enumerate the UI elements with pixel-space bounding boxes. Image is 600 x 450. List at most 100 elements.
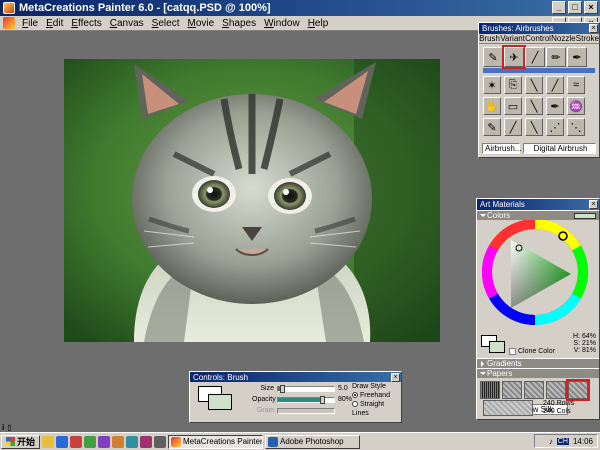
paper-swatch-4[interactable] [546, 381, 566, 399]
color-wheel[interactable] [477, 220, 600, 332]
menu-shapes[interactable]: Shapes [218, 16, 260, 31]
menu-window[interactable]: Window [260, 16, 304, 31]
menu-file[interactable]: File [18, 16, 42, 31]
clone-color-checkbox[interactable] [509, 348, 516, 355]
painter-app-icon[interactable] [3, 2, 15, 14]
pastel-brush-icon[interactable]: ╱ [546, 76, 564, 94]
maximize-button[interactable]: □ [568, 1, 582, 14]
watercolor-brush-icon[interactable]: ♒ [567, 97, 585, 115]
papers-section-header[interactable]: Papers [477, 368, 599, 378]
opacity-slider-thumb[interactable] [319, 395, 325, 404]
charcoal-brush-icon[interactable]: ╲ [525, 97, 543, 115]
desktop-quicklaunch-icon[interactable] [42, 435, 55, 448]
menu-select[interactable]: Select [148, 16, 184, 31]
ink-pen-icon[interactable]: ✎ [483, 118, 501, 136]
window-title: MetaCreations Painter 6.0 - [catqq.PSD @… [19, 2, 271, 14]
paper-swatch-3[interactable] [524, 381, 544, 399]
art-materials-title[interactable]: Art Materials × [477, 199, 599, 210]
primary-color-swatch[interactable] [489, 341, 505, 353]
app-quicklaunch-icon-7[interactable] [154, 435, 167, 448]
browser-quicklaunch-icon[interactable] [56, 435, 69, 448]
grain-label: Grain [256, 407, 274, 414]
dodge-brush-icon[interactable]: ⋱ [567, 118, 585, 136]
artist-brush-icon[interactable]: ╲ [525, 118, 543, 136]
size-slider[interactable] [277, 384, 335, 393]
app-quicklaunch-icon-3[interactable] [98, 435, 111, 448]
tracker-icon[interactable]: ▯ [7, 423, 11, 432]
cloner-icon[interactable]: ⎘ [504, 76, 522, 94]
tab-stroke[interactable]: Stroke [576, 34, 599, 43]
freehand-radio[interactable] [352, 392, 358, 399]
tab-variant[interactable]: Variant [500, 34, 525, 43]
desktop: MetaCreations Painter 6.0 - [catqq.PSD @… [0, 0, 600, 450]
opacity-label: Opacity [252, 396, 276, 403]
eraser-brush-icon[interactable]: ▭ [504, 97, 522, 115]
clone-color-label: Clone Color [518, 348, 555, 355]
app-quicklaunch-icon-2[interactable] [84, 435, 97, 448]
controls-title[interactable]: Controls: Brush × [190, 372, 401, 382]
art-materials-close-button[interactable]: × [589, 200, 598, 209]
felt-pen-brush-icon[interactable]: ✒ [567, 47, 587, 67]
app-quicklaunch-icon-5[interactable] [126, 435, 139, 448]
paper-swatch-1[interactable] [480, 381, 500, 399]
water-brush-icon[interactable]: ≈ [567, 76, 585, 94]
menu-movie[interactable]: Movie [183, 16, 218, 31]
paper-rows: 240 Rows [543, 400, 575, 407]
primary-secondary-swatches[interactable] [481, 335, 507, 353]
brush-variant-field[interactable]: Digital Airbrush [523, 143, 596, 154]
app-quicklaunch-icon-4[interactable] [112, 435, 125, 448]
art-materials-title-text: Art Materials [480, 200, 525, 209]
tab-brush[interactable]: Brush [479, 34, 500, 43]
marker-brush-icon[interactable]: ╱ [504, 118, 522, 136]
menu-canvas[interactable]: Canvas [106, 16, 148, 31]
task-photoshop[interactable]: Adobe Photoshop [265, 434, 361, 449]
language-indicator[interactable]: CH [556, 437, 569, 445]
minimize-button[interactable]: _ [552, 1, 566, 14]
paper-swatch-2[interactable] [502, 381, 522, 399]
paper-preview [483, 400, 533, 416]
tab-nozzle[interactable]: Nozzle [551, 34, 575, 43]
liquid-brush-icon[interactable]: ✋ [483, 97, 501, 115]
start-button[interactable]: 开始 [1, 434, 41, 449]
opacity-slider[interactable] [277, 395, 335, 404]
freehand-option[interactable]: Freehand [352, 391, 401, 400]
pencil-brush-icon[interactable]: ✎ [483, 47, 503, 67]
window-titlebar[interactable]: MetaCreations Painter 6.0 - [catqq.PSD @… [0, 0, 600, 16]
app-quicklaunch-icon-6[interactable] [140, 435, 153, 448]
size-slider-thumb[interactable] [279, 384, 285, 393]
pen-brush-icon[interactable]: ✒ [546, 97, 564, 115]
size-value: 5.0 [338, 385, 348, 392]
straight-lines-radio[interactable] [352, 401, 358, 408]
paper-library [477, 378, 599, 402]
close-button[interactable]: × [584, 1, 598, 14]
document-icon[interactable] [3, 17, 15, 29]
clone-color-option[interactable]: Clone Color [509, 348, 555, 355]
menu-effects[interactable]: Effects [67, 16, 105, 31]
task-painter[interactable]: MetaCreations Painter 6.... [168, 434, 264, 449]
menu-help[interactable]: Help [304, 16, 333, 31]
saturation-value: S: 21% [573, 340, 596, 347]
painting-canvas[interactable] [64, 59, 440, 342]
paper-swatch-raw-silk[interactable] [566, 379, 590, 401]
menu-edit[interactable]: Edit [42, 16, 67, 31]
size-control: Size 5.0 [252, 384, 348, 393]
chalk-brush-icon[interactable]: ╱ [525, 47, 545, 67]
straight-lines-option[interactable]: Straight Lines [352, 400, 401, 418]
image-hose-icon[interactable]: ✶ [483, 76, 501, 94]
volume-icon[interactable]: ♪ [549, 437, 553, 446]
impasto-brush-icon[interactable]: ⋰ [546, 118, 564, 136]
colors-section-header[interactable]: Colors [477, 210, 599, 220]
controls-primary-swatch[interactable] [208, 394, 232, 410]
airbrush-icon[interactable]: ✈ [502, 45, 526, 69]
brush-category-field[interactable]: Airbrush... [482, 143, 521, 154]
brushes-palette-title[interactable]: Brushes: Airbrushes × [479, 23, 599, 34]
tab-control[interactable]: Control [525, 34, 551, 43]
app-quicklaunch-icon-1[interactable] [70, 435, 83, 448]
gradients-section-header[interactable]: Gradients [477, 358, 599, 368]
crayon-brush-icon[interactable]: ✏ [546, 47, 566, 67]
clock[interactable]: 14:06 [573, 437, 593, 446]
info-icon[interactable]: i [2, 423, 4, 432]
controls-close-button[interactable]: × [391, 373, 400, 382]
oil-brush-icon[interactable]: ╲ [525, 76, 543, 94]
hsv-readout: H: 64% S: 21% V: 81% [573, 333, 596, 354]
